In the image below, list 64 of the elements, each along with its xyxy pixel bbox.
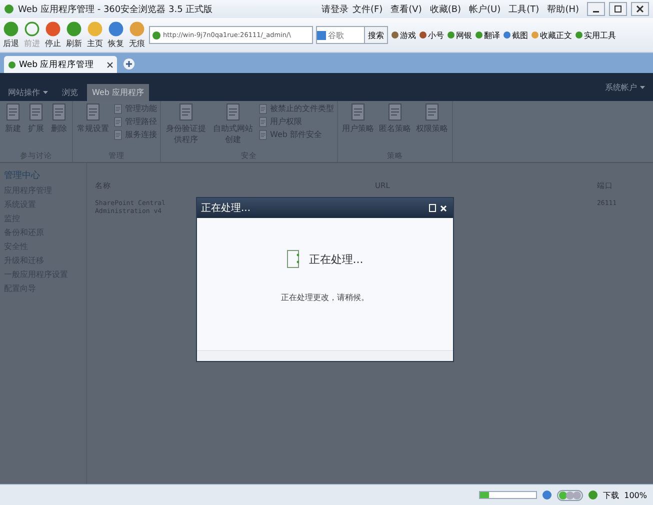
page-icon bbox=[8, 60, 16, 68]
page-icon bbox=[152, 30, 161, 40]
search-field[interactable]: 谷歌 搜索 bbox=[316, 26, 388, 44]
site-actions-menu[interactable]: 网站操作 bbox=[3, 84, 53, 101]
caret-icon bbox=[43, 91, 48, 94]
menu-item[interactable]: 收藏(B) bbox=[430, 2, 462, 16]
nav-icon bbox=[24, 21, 40, 37]
nav-icon bbox=[129, 21, 145, 37]
maximize-icon bbox=[614, 5, 622, 13]
nav-button[interactable]: 无痕 bbox=[128, 21, 146, 49]
menu-item[interactable]: 帐户(U) bbox=[469, 2, 501, 16]
dialog-message: 正在处理更改，请稍候。 bbox=[281, 292, 369, 303]
nav-icon bbox=[108, 21, 124, 37]
close-button[interactable] bbox=[631, 2, 649, 16]
document-icon bbox=[258, 130, 268, 140]
menu-item[interactable]: 帮助(H) bbox=[547, 2, 579, 16]
document-icon bbox=[113, 116, 123, 126]
nav-icon bbox=[87, 21, 103, 37]
document-icon bbox=[113, 104, 123, 114]
toolbar-link[interactable]: 收藏正文 bbox=[531, 30, 572, 40]
login-link[interactable]: 请登录 bbox=[321, 2, 348, 16]
search-engine-icon bbox=[317, 30, 326, 40]
browser-tab[interactable]: Web 应用程序管理 bbox=[4, 56, 117, 73]
nav-button[interactable]: 主页 bbox=[86, 21, 104, 49]
menu-item[interactable]: 查看(V) bbox=[390, 2, 422, 16]
search-button[interactable]: 搜索 bbox=[364, 27, 387, 43]
nav-button[interactable]: 后退 bbox=[2, 21, 20, 49]
dialog-heading: 正在处理... bbox=[308, 252, 364, 266]
nav-button[interactable]: 停止 bbox=[44, 21, 62, 49]
browser-logo-icon bbox=[4, 4, 14, 14]
close-button[interactable] bbox=[438, 204, 449, 212]
tab-label: Web 应用程序管理 bbox=[19, 58, 94, 70]
nav-icon bbox=[45, 21, 61, 37]
download-label[interactable]: 下载 bbox=[603, 490, 620, 500]
caret-icon bbox=[640, 86, 645, 89]
document-icon bbox=[258, 104, 268, 114]
toolbar-link[interactable]: 小号 bbox=[419, 30, 444, 40]
window-title: Web 应用程序管理 - 360安全浏览器 3.5 正式版 bbox=[18, 4, 213, 16]
document-icon bbox=[258, 116, 268, 126]
toolbar-link[interactable]: 截图 bbox=[503, 30, 528, 40]
minimize-button[interactable] bbox=[587, 2, 605, 16]
maximize-button[interactable] bbox=[427, 204, 438, 212]
toolbar-link[interactable]: 游戏 bbox=[391, 30, 416, 40]
maximize-button[interactable] bbox=[609, 2, 627, 16]
dialog-title: 正在处理... bbox=[201, 202, 251, 215]
document-icon bbox=[113, 130, 123, 140]
toolbar-link[interactable]: 翻译 bbox=[475, 30, 500, 40]
toolbar-link[interactable]: 网银 bbox=[447, 30, 472, 40]
ribbon-tab[interactable]: Web 应用程序 bbox=[87, 84, 149, 101]
nav-button[interactable]: 刷新 bbox=[65, 21, 83, 49]
menu-item[interactable]: 工具(T) bbox=[508, 2, 540, 16]
close-icon[interactable] bbox=[107, 62, 113, 68]
new-tab-icon[interactable] bbox=[123, 58, 135, 70]
nav-button[interactable]: 恢复 bbox=[107, 21, 125, 49]
toggle-icon[interactable] bbox=[557, 490, 584, 500]
loading-icon bbox=[286, 250, 299, 268]
nav-icon bbox=[66, 21, 82, 37]
nav-icon bbox=[3, 21, 19, 37]
user-menu[interactable]: 系统帐户 bbox=[600, 78, 650, 96]
zoom-level[interactable]: 100% bbox=[624, 490, 647, 500]
menu-item[interactable]: 文件(F) bbox=[352, 2, 383, 16]
toolbar-link[interactable]: 实用工具 bbox=[575, 30, 616, 40]
close-icon bbox=[636, 5, 644, 13]
ribbon-tab[interactable]: 浏览 bbox=[57, 84, 83, 101]
